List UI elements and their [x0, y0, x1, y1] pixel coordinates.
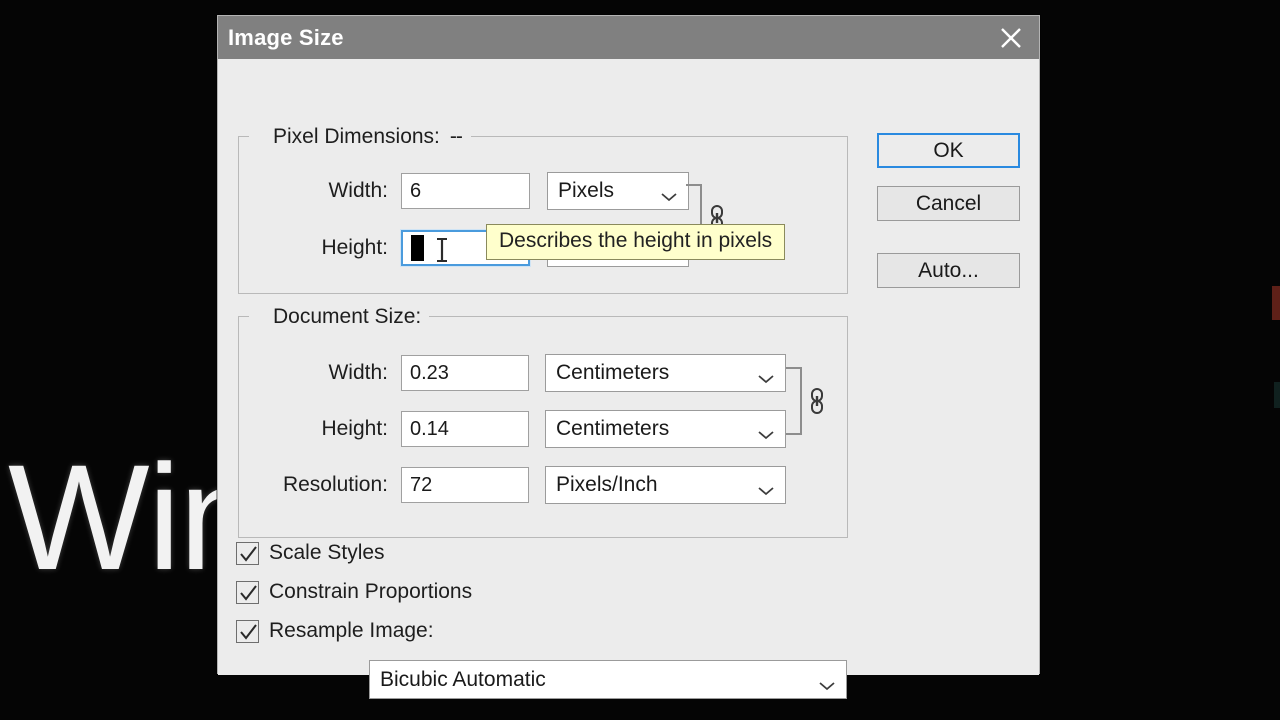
resolution-label: Resolution:: [282, 473, 388, 496]
document-width-row: Width: 0.23 Centimeters: [266, 354, 786, 392]
resolution-unit-select[interactable]: Pixels/Inch: [545, 466, 786, 504]
resample-method-value: Bicubic Automatic: [380, 667, 546, 691]
resolution-value: 72: [410, 473, 433, 496]
document-width-unit-value: Centimeters: [556, 361, 670, 384]
document-height-unit-value: Centimeters: [556, 417, 670, 440]
close-button[interactable]: [983, 16, 1039, 59]
dialog-title: Image Size: [228, 24, 344, 50]
background-red-sliver: [1272, 286, 1280, 320]
document-width-label: Width:: [328, 361, 388, 384]
close-icon: [998, 25, 1024, 51]
pixel-dimensions-legend-value: --: [449, 125, 463, 148]
resolution-input[interactable]: 72: [401, 467, 529, 503]
dialog-body: Pixel Dimensions: -- Width: 6 Pixels Heig…: [218, 59, 1039, 699]
link-chain-icon: [808, 387, 826, 420]
cancel-button[interactable]: Cancel: [877, 186, 1020, 221]
i-beam-cursor-icon: [435, 237, 449, 263]
pixel-dimensions-group: [238, 136, 848, 294]
pixel-width-row: Width: 6 Pixels: [278, 172, 689, 210]
scale-styles-checkbox-row[interactable]: Scale Styles: [236, 541, 385, 565]
chevron-down-icon: [757, 479, 775, 496]
resample-image-label: Resample Image:: [269, 619, 434, 642]
constrain-proportions-label: Constrain Proportions: [269, 580, 473, 603]
document-height-label: Height:: [321, 417, 388, 440]
chevron-down-icon: [660, 185, 678, 202]
resample-image-checkbox[interactable]: [236, 619, 259, 643]
document-width-input[interactable]: 0.23: [401, 355, 529, 391]
ok-button[interactable]: OK: [877, 133, 1020, 168]
document-height-value: 0.14: [410, 417, 449, 440]
constrain-proportions-checkbox-row[interactable]: Constrain Proportions: [236, 580, 472, 604]
document-width-unit-select[interactable]: Centimeters: [545, 354, 786, 392]
chevron-down-icon: [757, 423, 775, 440]
auto-button[interactable]: Auto...: [877, 253, 1020, 288]
pixel-width-unit-select[interactable]: Pixels: [547, 172, 689, 210]
resample-image-checkbox-row[interactable]: Resample Image:: [236, 619, 434, 643]
pixel-width-unit-value: Pixels: [558, 179, 615, 202]
scale-styles-label: Scale Styles: [269, 541, 385, 564]
background-teal-sliver: [1274, 382, 1280, 408]
scale-styles-checkbox[interactable]: [236, 541, 259, 565]
pixel-width-label: Width:: [328, 179, 388, 202]
height-field-tooltip: Describes the height in pixels: [486, 224, 786, 260]
document-height-input[interactable]: 0.14: [401, 411, 529, 447]
pixel-width-value: 6: [410, 179, 422, 202]
dialog-titlebar: Image Size: [218, 16, 1039, 59]
resolution-row: Resolution: 72 Pixels/Inch: [247, 466, 786, 504]
document-height-unit-select[interactable]: Centimeters: [545, 410, 786, 448]
document-constrain-chain: [786, 367, 834, 435]
chevron-down-icon: [757, 367, 775, 384]
image-size-dialog: Image Size Pixel Dimensions: -- Width: 6: [217, 15, 1040, 699]
resample-method-select[interactable]: Bicubic Automatic: [369, 660, 847, 699]
document-size-legend: Document Size:: [266, 305, 429, 329]
pixel-height-label: Height:: [321, 236, 388, 259]
document-width-value: 0.23: [410, 361, 449, 384]
resolution-unit-value: Pixels/Inch: [556, 473, 658, 496]
pixel-width-input[interactable]: 6: [401, 173, 530, 209]
text-selection-block: [411, 235, 424, 261]
chevron-down-icon: [818, 674, 836, 690]
constrain-proportions-checkbox[interactable]: [236, 580, 259, 604]
pixel-dimensions-legend: Pixel Dimensions: --: [266, 125, 469, 149]
document-height-row: Height: 0.14 Centimeters: [266, 410, 786, 448]
pixel-dimensions-legend-text: Pixel Dimensions:: [273, 125, 440, 148]
